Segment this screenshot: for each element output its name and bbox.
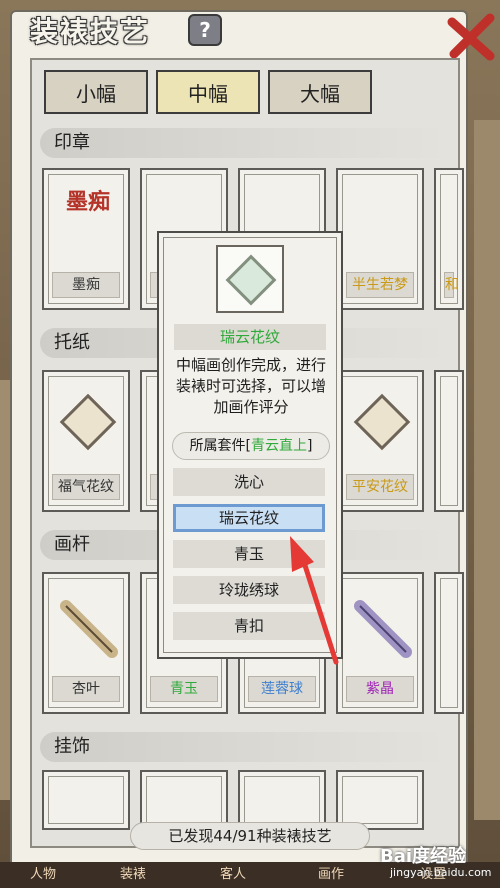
tab-medium[interactable]: 中幅 bbox=[156, 70, 260, 114]
discovery-counter: 已发现44/91种装裱技艺 bbox=[130, 822, 370, 850]
tab-small[interactable]: 小幅 bbox=[44, 70, 148, 114]
ornament-card-1[interactable] bbox=[42, 770, 130, 830]
card-label: 平安花纹 bbox=[346, 474, 414, 500]
close-icon bbox=[447, 13, 495, 61]
help-button[interactable]: ? bbox=[188, 14, 222, 46]
seal-art: 墨痴 bbox=[65, 190, 110, 215]
help-icon: ? bbox=[199, 18, 211, 42]
seal-card-1[interactable]: 墨痴 墨痴 bbox=[42, 168, 130, 310]
card-label: 和 bbox=[444, 272, 459, 298]
watermark-brand: Bai度经验 bbox=[380, 846, 467, 867]
pattern-icon bbox=[353, 393, 411, 451]
suite-option-qingkou[interactable]: 青扣 bbox=[173, 612, 325, 640]
close-button[interactable] bbox=[446, 12, 496, 62]
ornament-card-4[interactable] bbox=[336, 770, 424, 830]
card-label: 紫晶 bbox=[346, 676, 414, 702]
suite-option-xixin[interactable]: 洗心 bbox=[173, 468, 325, 496]
card-label: 莲蓉球 bbox=[248, 676, 316, 702]
ornament-card-3[interactable] bbox=[238, 770, 326, 830]
seal-card-4[interactable]: 半生若梦 bbox=[336, 168, 424, 310]
scroll-rod-icon bbox=[354, 600, 412, 658]
paper-card-1[interactable]: 福气花纹 bbox=[42, 370, 130, 512]
rod-card-4[interactable]: 紫晶 bbox=[336, 572, 424, 714]
card-label: 墨痴 bbox=[52, 272, 120, 298]
card-label: 青玉 bbox=[150, 676, 218, 702]
suite-option-linglong[interactable]: 玲珑绣球 bbox=[173, 576, 325, 604]
paper-card-4[interactable]: 平安花纹 bbox=[336, 370, 424, 512]
tab-large[interactable]: 大幅 bbox=[268, 70, 372, 114]
tab-large-label: 大幅 bbox=[300, 81, 340, 106]
suite-name: 青云直上 bbox=[251, 438, 307, 454]
item-name: 瑞云花纹 bbox=[174, 324, 326, 350]
pattern-icon bbox=[59, 393, 117, 451]
tab-small-label: 小幅 bbox=[76, 81, 116, 106]
seal-card-5[interactable]: 和 bbox=[434, 168, 464, 310]
item-description: 中幅画创作完成，进行装裱时可选择，可以增加画作评分 bbox=[175, 356, 326, 416]
section-seal: 印章 bbox=[40, 128, 450, 158]
rod-card-5[interactable] bbox=[434, 572, 464, 714]
card-label: 半生若梦 bbox=[346, 272, 414, 298]
card-label: 杏叶 bbox=[52, 676, 120, 702]
item-preview bbox=[216, 245, 284, 313]
page-title: 装裱技艺 bbox=[30, 15, 151, 48]
item-suite: 所属套件[青云直上] bbox=[172, 432, 330, 460]
paper-card-5[interactable] bbox=[434, 370, 464, 512]
nav-item-1[interactable]: 人物 bbox=[30, 862, 56, 888]
tab-medium-label: 中幅 bbox=[188, 81, 228, 106]
cloud-pattern-icon bbox=[225, 254, 277, 306]
nav-item-4[interactable]: 画作 bbox=[318, 862, 344, 888]
nav-item-3[interactable]: 客人 bbox=[220, 862, 246, 888]
watermark-url: jingyan.baidu.com bbox=[390, 866, 492, 879]
card-label: 福气花纹 bbox=[52, 474, 120, 500]
ornament-card-2[interactable] bbox=[140, 770, 228, 830]
rod-card-1[interactable]: 杏叶 bbox=[42, 572, 130, 714]
scroll-rod-icon bbox=[60, 600, 118, 658]
background-scene-right bbox=[474, 120, 500, 820]
suite-prefix: 所属套件[ bbox=[189, 438, 251, 454]
nav-item-2[interactable]: 装裱 bbox=[120, 862, 146, 888]
suite-option-qingyu[interactable]: 青玉 bbox=[173, 540, 325, 568]
suite-option-ruiyun[interactable]: 瑞云花纹 bbox=[173, 504, 325, 532]
suite-suffix: ] bbox=[307, 438, 313, 454]
section-ornament: 挂饰 bbox=[40, 732, 450, 762]
